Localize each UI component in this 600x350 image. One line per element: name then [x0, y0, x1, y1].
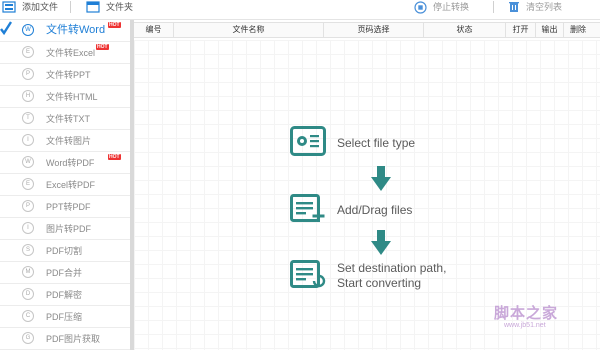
sidebar-item[interactable]: S PDF切割: [0, 240, 130, 262]
stop-convert-label: 停止转换: [433, 2, 470, 12]
sidebar-item[interactable]: E Excel转PDF: [0, 174, 130, 196]
folder-icon: [86, 1, 100, 13]
sidebar-item-label: PPT转PDF: [46, 202, 91, 212]
hot-badge: HOT: [108, 22, 121, 28]
column-output[interactable]: 输出: [536, 23, 564, 37]
step-select-file-type: Select file type: [337, 136, 416, 150]
sidebar-item-label: 文件转HTML: [46, 92, 98, 102]
sidebar-item[interactable]: E 文件转Excel HOT: [0, 42, 130, 64]
file-type-icon: E: [22, 46, 34, 58]
sidebar-item-label: PDF解密: [46, 290, 83, 300]
column-page-select[interactable]: 页码选择: [324, 23, 424, 37]
destination-convert-icon: [290, 260, 326, 288]
file-type-icon: P: [22, 68, 34, 80]
sidebar-item-label: Word转PDF: [46, 158, 95, 168]
watermark-url: www.jb51.net: [504, 322, 546, 329]
file-type-icon: P: [22, 200, 34, 212]
file-type-icon: C: [22, 310, 34, 322]
sidebar-item[interactable]: W Word转PDF HOT: [0, 152, 130, 174]
file-type-icon: I: [22, 134, 34, 146]
arrow-down-icon: [371, 166, 391, 191]
add-files-icon: [290, 194, 325, 222]
toolbar-divider: [70, 1, 71, 13]
file-type-icon: [290, 126, 326, 156]
file-type-icon: W: [22, 24, 34, 36]
stop-icon: [414, 0, 427, 14]
sidebar-item-label: 文件转Word: [46, 24, 106, 36]
column-open[interactable]: 打开: [506, 23, 536, 37]
step-add-drag-files: Add/Drag files: [337, 203, 413, 217]
toolbar: 添加文件 文件夹 停止转换 清空列表: [0, 0, 600, 20]
sidebar-item[interactable]: P PPT转PDF: [0, 196, 130, 218]
sidebar-item[interactable]: P 文件转PPT: [0, 64, 130, 86]
column-delete[interactable]: 删除: [564, 23, 592, 37]
add-file-button[interactable]: 添加文件: [2, 0, 58, 14]
step-set-destination: Set destination path, Start converting: [337, 261, 446, 291]
sidebar-item[interactable]: C PDF压缩: [0, 306, 130, 328]
sidebar-item[interactable]: I 文件转图片: [0, 130, 130, 152]
sidebar-item[interactable]: D PDF解密: [0, 284, 130, 306]
file-type-icon: M: [22, 266, 34, 278]
file-type-icon: E: [22, 178, 34, 190]
file-type-icon: I: [22, 222, 34, 234]
table-header: 编号 文件名称 页码选择 状态 打开 输出 删除: [134, 22, 600, 38]
trash-icon: [509, 2, 519, 12]
folder-button[interactable]: 文件夹: [86, 0, 133, 14]
sidebar-item-label: PDF图片获取: [46, 334, 101, 344]
file-type-icon: G: [22, 332, 34, 344]
column-status[interactable]: 状态: [424, 23, 506, 37]
add-file-label: 添加文件: [22, 2, 59, 12]
sidebar-item[interactable]: W 文件转Word HOT: [0, 20, 130, 42]
sidebar-item-label: Excel转PDF: [46, 180, 96, 190]
add-file-icon: [2, 1, 16, 13]
file-type-icon: S: [22, 244, 34, 256]
sidebar-item[interactable]: T 文件转TXT: [0, 108, 130, 130]
hot-badge: HOT: [96, 44, 109, 50]
sidebar-item[interactable]: I 图片转PDF: [0, 218, 130, 240]
sidebar-item[interactable]: G PDF图片获取: [0, 328, 130, 350]
file-type-icon: H: [22, 90, 34, 102]
clear-list-button[interactable]: 清空列表: [508, 0, 562, 14]
check-icon: [0, 21, 12, 35]
column-filename[interactable]: 文件名称: [174, 23, 324, 37]
clear-list-label: 清空列表: [526, 2, 563, 12]
sidebar-item-label: 文件转PPT: [46, 70, 91, 80]
sidebar-item-label: 文件转图片: [46, 136, 92, 146]
step-set-destination-line1: Set destination path,: [337, 261, 447, 275]
sidebar-item[interactable]: H 文件转HTML: [0, 86, 130, 108]
sidebar-item[interactable]: M PDF合并: [0, 262, 130, 284]
step-start-converting-line2: Start converting: [337, 276, 422, 290]
file-list-panel: 编号 文件名称 页码选择 状态 打开 输出 删除 Select file typ…: [134, 20, 600, 350]
file-type-icon: W: [22, 156, 34, 168]
hot-badge: HOT: [108, 154, 121, 160]
sidebar: W 文件转Word HOT E 文件转Excel HOT P 文件转PPT H 文件转HTML T 文…: [0, 20, 134, 350]
toolbar-divider: [493, 1, 494, 13]
sidebar-item-label: PDF压缩: [46, 312, 83, 322]
file-type-icon: T: [22, 112, 34, 124]
sidebar-item-label: 文件转Excel: [46, 48, 96, 58]
sidebar-item-label: PDF切割: [46, 246, 83, 256]
stop-convert-button[interactable]: 停止转换: [414, 0, 469, 14]
column-index[interactable]: 编号: [134, 23, 174, 37]
sidebar-item-label: 图片转PDF: [46, 224, 92, 234]
folder-label: 文件夹: [106, 2, 134, 12]
arrow-down-icon: [371, 230, 391, 255]
file-type-icon: D: [22, 288, 34, 300]
sidebar-item-label: PDF合并: [46, 268, 83, 278]
sidebar-item-label: 文件转TXT: [46, 114, 90, 124]
watermark-logo: 脚本之家: [494, 304, 559, 322]
